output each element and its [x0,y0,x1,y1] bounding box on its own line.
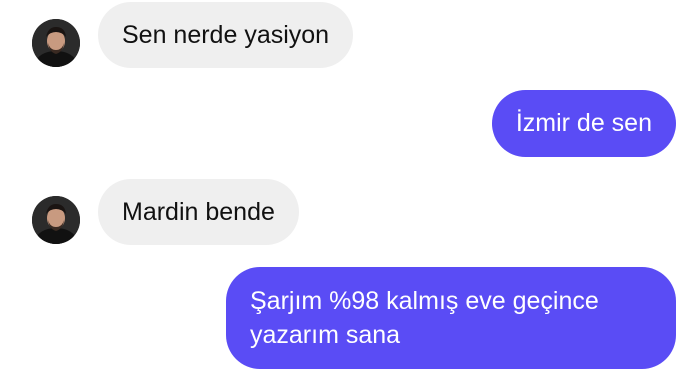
incoming-message-bubble[interactable]: Sen nerde yasiyon [98,2,354,68]
message-text: Şarjım %98 kalmış eve geçince yazarım sa… [250,287,599,349]
person-icon [32,19,80,67]
person-icon [32,196,80,244]
message-text: Mardin bende [122,198,275,226]
message-text: İzmir de sen [515,109,652,137]
contact-avatar-icon[interactable] [32,19,80,67]
incoming-message-bubble[interactable]: Mardin bende [98,179,299,245]
outgoing-message-bubble[interactable]: İzmir de sen [491,90,676,157]
contact-avatar-icon[interactable] [32,196,80,244]
message-text: Sen nerde yasiyon [122,21,330,49]
message-thread: Sen nerde yasiyon İzmir de sen Mardin be… [0,0,690,375]
outgoing-message-bubble[interactable]: Şarjım %98 kalmış eve geçince yazarım sa… [226,267,676,369]
